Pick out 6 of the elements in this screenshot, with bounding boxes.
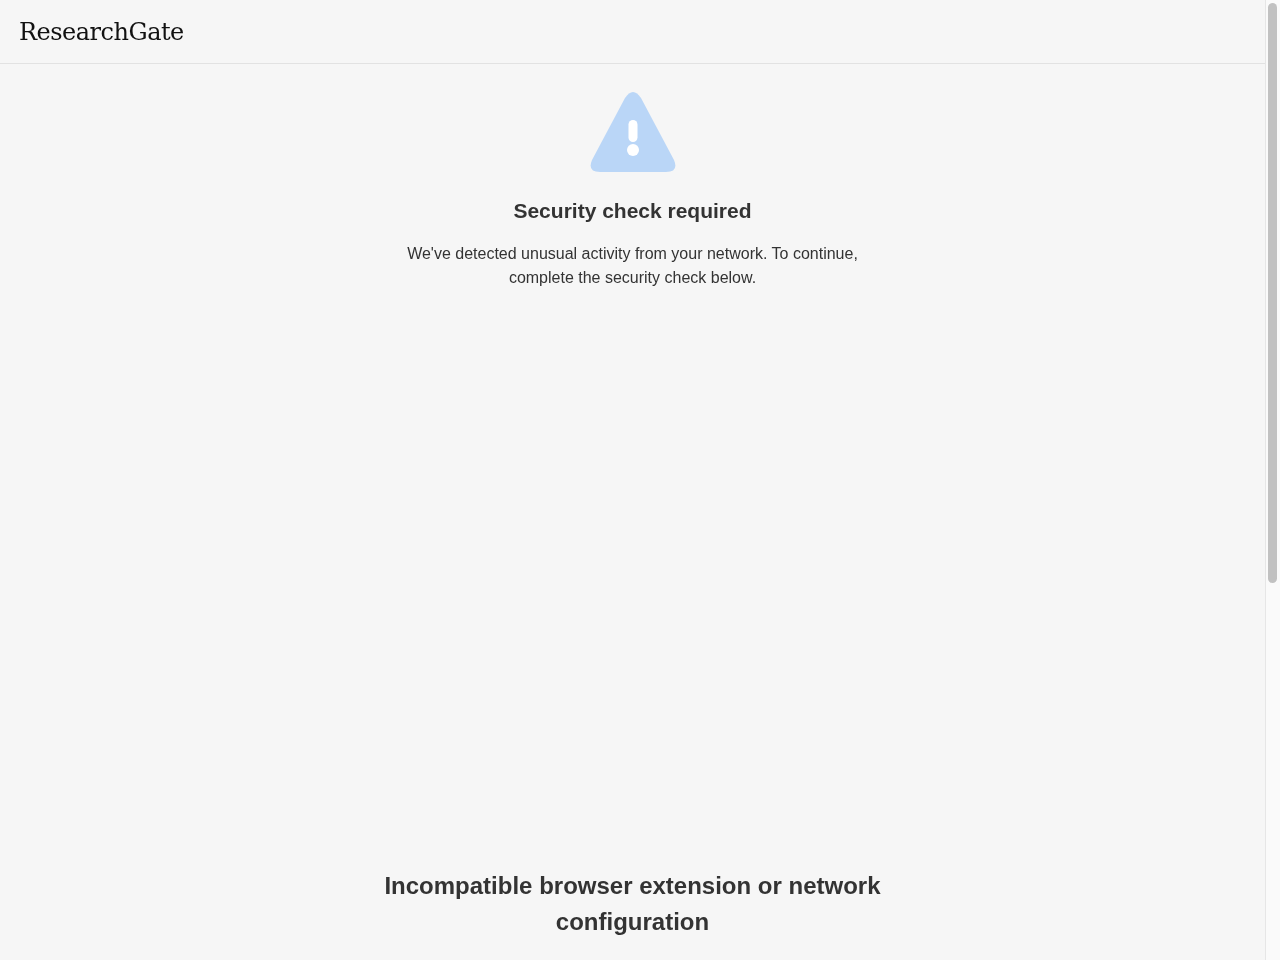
message: We've detected unusual activity from your network. To continue, complete the security check below. [406, 244, 859, 288]
scrollbar-thumb[interactable] [1268, 3, 1277, 583]
warning-icon [589, 92, 676, 174]
notice-title: Incompatible browser extension or network configuration [383, 871, 882, 937]
title: Security check required [513, 198, 752, 224]
logo[interactable]: ResearchGate [19, 17, 184, 46]
